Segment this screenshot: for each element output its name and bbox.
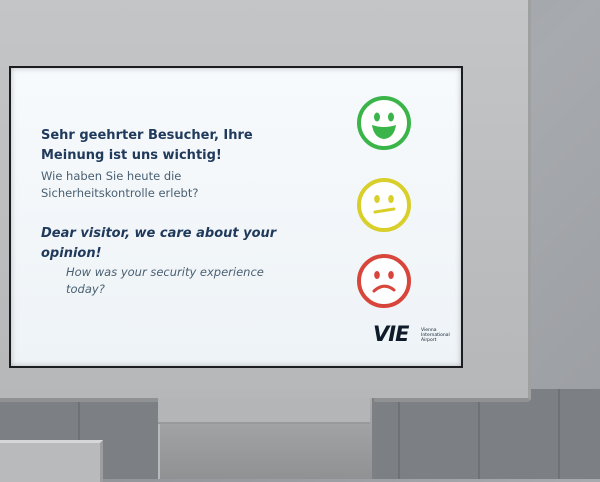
logo-mark: VIE [373, 322, 409, 346]
sad-face-icon [372, 271, 396, 293]
bin [0, 440, 103, 482]
happy-face-icon [372, 112, 396, 139]
english-question: How was your security experience today? [66, 265, 264, 296]
kiosk-stand-cap [158, 398, 370, 424]
logo-text: Vienna International Airport [421, 328, 450, 343]
neutral-face-icon [373, 195, 396, 214]
sad-rating-button[interactable] [357, 254, 411, 308]
happy-rating-button[interactable] [357, 96, 411, 150]
feedback-screen: Sehr geehrter Besucher, Ihre Meinung ist… [9, 66, 463, 368]
german-heading: Sehr geehrter Besucher, Ihre Meinung ist… [41, 128, 253, 163]
german-question: Wie haben Sie heute die Sicherheitskontr… [41, 169, 199, 200]
neutral-rating-button[interactable] [357, 178, 411, 232]
english-heading: Dear visitor, we care about your opinion… [41, 226, 277, 261]
vie-airport-logo: VIE Vienna International Airport [373, 322, 455, 350]
